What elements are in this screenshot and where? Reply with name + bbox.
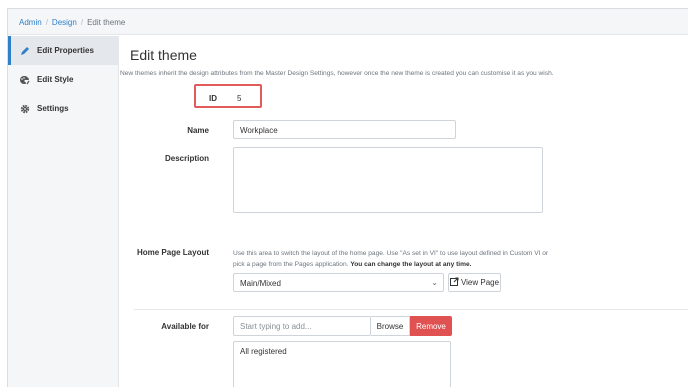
sidebar: Edit Properties Edit Style Settings — [8, 36, 119, 387]
select-value: Main/Mixed — [240, 279, 281, 288]
breadcrumb-separator: / — [45, 18, 48, 27]
home-page-layout-select[interactable]: Main/Mixed ⌄ — [233, 273, 444, 292]
id-label: ID — [209, 94, 217, 103]
name-input[interactable]: Workplace — [233, 120, 456, 139]
available-for-input[interactable]: Start typing to add... — [233, 316, 371, 336]
breadcrumb-current: Edit theme — [87, 18, 126, 27]
description-label: Description — [164, 154, 209, 163]
app-frame: Admin / Design / Edit theme Edit Properties … — [7, 8, 688, 387]
view-page-button[interactable]: View Page — [448, 273, 501, 292]
divider — [134, 309, 688, 310]
sidebar-item-settings[interactable]: Settings — [8, 94, 118, 123]
pencil-icon — [18, 45, 31, 57]
name-label: Name — [187, 126, 209, 135]
available-for-listbox[interactable]: All registered — [233, 341, 451, 387]
gear-icon — [18, 103, 31, 115]
id-value: 5 — [237, 94, 242, 103]
sidebar-item-edit-style[interactable]: Edit Style — [8, 65, 118, 94]
sidebar-item-label: Settings — [37, 104, 69, 113]
sidebar-item-label: Edit Properties — [37, 46, 94, 55]
breadcrumb-separator: / — [80, 18, 84, 27]
breadcrumb: Admin / Design / Edit theme — [8, 9, 688, 35]
chevron-down-icon: ⌄ — [431, 278, 438, 287]
help-line-1: Use this area to switch the layout of th… — [233, 250, 549, 257]
home-page-layout-help: Use this area to switch the layout of th… — [233, 248, 633, 270]
list-item[interactable]: All registered — [240, 347, 444, 356]
breadcrumb-design[interactable]: Design — [52, 18, 77, 27]
remove-button[interactable]: Remove — [410, 316, 452, 336]
help-line-2-text: pick a page from the Pages application. — [233, 261, 349, 268]
external-link-icon — [449, 277, 459, 288]
help-line-2: pick a page from the Pages application. … — [233, 259, 633, 270]
sidebar-item-label: Edit Style — [37, 75, 74, 84]
id-highlight-box — [194, 84, 262, 108]
description-textarea[interactable] — [233, 147, 543, 213]
sidebar-item-edit-properties[interactable]: Edit Properties — [8, 36, 118, 65]
breadcrumb-admin[interactable]: Admin — [19, 18, 42, 27]
browse-button[interactable]: Browse — [371, 316, 410, 336]
main-content: Edit theme New themes inherit the design… — [119, 36, 688, 387]
page-title: Edit theme — [130, 47, 197, 63]
home-page-layout-label: Home Page Layout — [136, 248, 209, 257]
help-line-2-bold: You can change the layout at any time. — [350, 261, 472, 268]
available-for-label: Available for — [161, 322, 209, 331]
palette-icon — [18, 74, 31, 86]
view-page-label: View Page — [460, 278, 500, 287]
page-subtitle: New themes inherit the design attributes… — [120, 70, 554, 77]
